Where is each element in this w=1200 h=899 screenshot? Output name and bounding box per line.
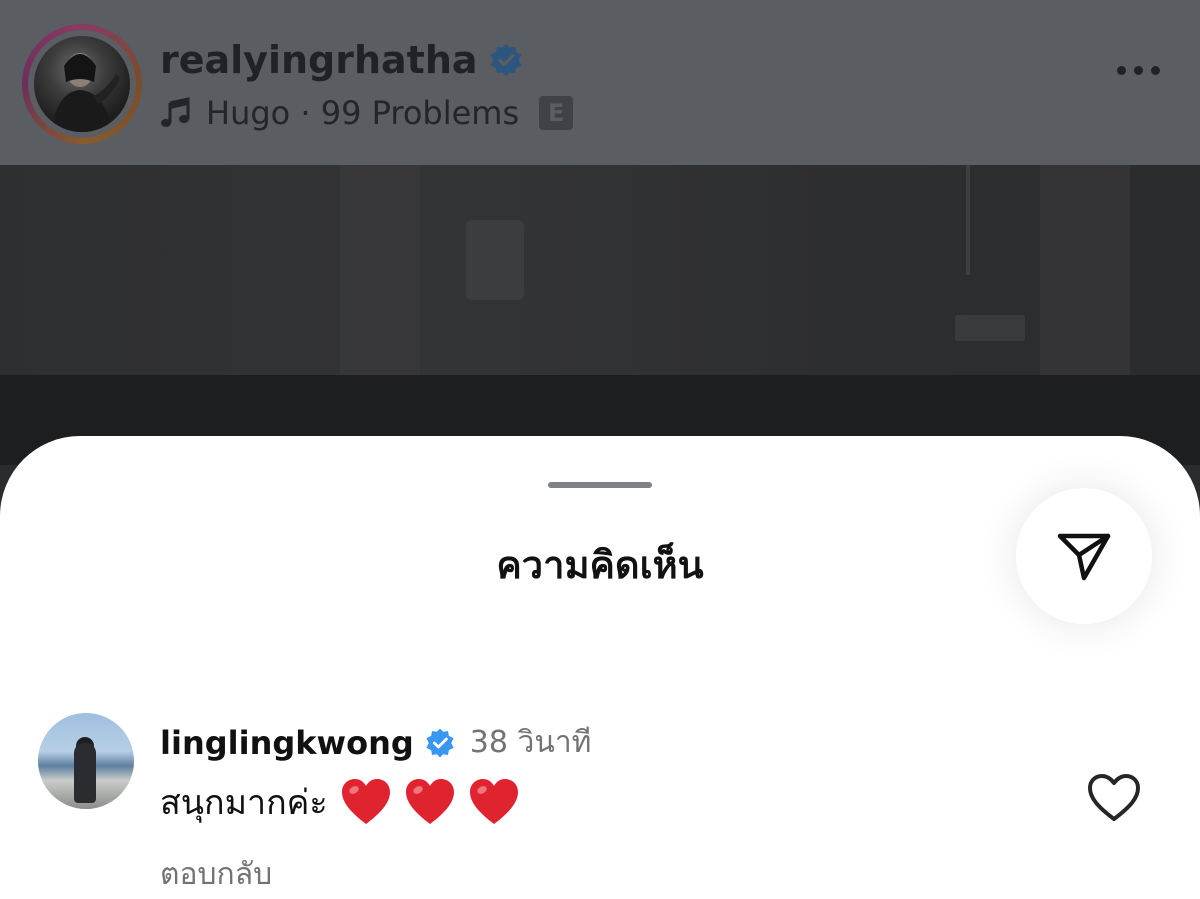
app-screen: realyingrhatha Hugo · 99 Problems E ความ… bbox=[0, 0, 1200, 899]
comments-sheet: ความคิดเห็น linglingkwong 38 วินาที สนุก… bbox=[0, 436, 1200, 899]
red-heart-emoji-icon bbox=[469, 779, 518, 824]
post-media bbox=[0, 165, 1200, 465]
comment-text: สนุกมากค่ะ bbox=[160, 783, 328, 823]
share-button[interactable] bbox=[1016, 488, 1152, 624]
wall-fixture bbox=[466, 220, 524, 300]
music-note-icon bbox=[161, 97, 190, 127]
post-header: realyingrhatha Hugo · 99 Problems E bbox=[0, 0, 1200, 165]
send-icon bbox=[1057, 533, 1111, 581]
avatar bbox=[34, 36, 130, 132]
post-username[interactable]: realyingrhatha bbox=[160, 38, 524, 82]
more-options-button[interactable] bbox=[1117, 66, 1160, 75]
reply-button[interactable]: ตอบกลับ bbox=[160, 851, 272, 898]
comment-username[interactable]: linglingkwong bbox=[160, 724, 414, 762]
heart-outline-icon[interactable] bbox=[1086, 773, 1142, 823]
story-ring[interactable] bbox=[22, 24, 142, 144]
dot-icon bbox=[1134, 66, 1143, 75]
verified-badge-icon bbox=[490, 43, 521, 77]
avatar[interactable] bbox=[38, 713, 134, 809]
music-title: Hugo · 99 Problems bbox=[206, 94, 520, 132]
dot-icon bbox=[1151, 66, 1160, 75]
red-heart-emoji-icon bbox=[341, 779, 390, 824]
red-heart-emoji-icon bbox=[405, 779, 454, 824]
sheet-grabber[interactable] bbox=[548, 482, 652, 488]
music-info[interactable]: Hugo · 99 Problems E bbox=[160, 94, 574, 132]
comment-body: สนุกมากค่ะ bbox=[160, 775, 520, 829]
comment-timestamp: 38 วินาที bbox=[469, 725, 592, 760]
verified-badge-icon bbox=[426, 728, 454, 757]
explicit-badge: E bbox=[539, 96, 574, 130]
dot-icon bbox=[1117, 66, 1126, 75]
wall-outlet bbox=[955, 315, 1025, 341]
